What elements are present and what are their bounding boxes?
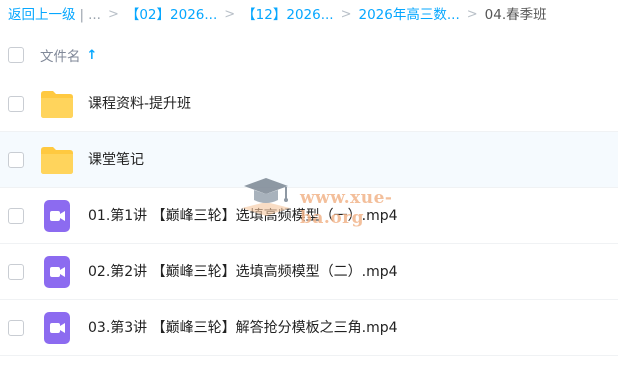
back-link[interactable]: 返回上一级 <box>8 4 76 26</box>
row-checkbox[interactable] <box>8 264 24 280</box>
video-file-icon <box>44 312 70 344</box>
breadcrumb-ellipsis[interactable]: ... <box>88 4 101 26</box>
file-row[interactable]: 课堂笔记 <box>0 132 618 188</box>
name-column-header[interactable]: 文件名 ↑ <box>40 45 98 66</box>
file-name[interactable]: 03.第3讲 【巅峰三轮】解答抢分模板之三角.mp4 <box>88 317 398 339</box>
video-file-icon <box>44 256 70 288</box>
file-row[interactable]: 03.第3讲 【巅峰三轮】解答抢分模板之三角.mp4 <box>0 300 618 356</box>
file-name[interactable]: 课程资料-提升班 <box>88 93 191 115</box>
breadcrumb-divider: | <box>79 7 85 23</box>
breadcrumb-separator: > <box>224 7 236 22</box>
file-row[interactable]: 课程资料-提升班 <box>0 76 618 132</box>
folder-icon <box>41 91 73 118</box>
breadcrumb-separator: > <box>107 7 119 22</box>
breadcrumb-item-12[interactable]: 【12】2026... <box>242 4 333 26</box>
breadcrumb-current: 04.春季班 <box>484 7 547 23</box>
breadcrumb-separator: > <box>340 7 352 22</box>
file-name[interactable]: 01.第1讲 【巅峰三轮】选填高频模型（一）.mp4 <box>88 205 398 227</box>
arrow-up-icon[interactable]: ↑ <box>87 48 98 63</box>
row-checkbox[interactable] <box>8 152 24 168</box>
breadcrumb-separator: > <box>466 7 478 22</box>
folder-icon <box>41 147 73 174</box>
file-list-header: 文件名 ↑ <box>0 36 618 74</box>
file-name[interactable]: 02.第2讲 【巅峰三轮】选填高频模型（二）.mp4 <box>88 261 398 283</box>
row-checkbox[interactable] <box>8 208 24 224</box>
file-row[interactable]: 02.第2讲 【巅峰三轮】选填高频模型（二）.mp4 <box>0 244 618 300</box>
video-file-icon <box>44 200 70 232</box>
row-checkbox[interactable] <box>8 96 24 112</box>
breadcrumb: 返回上一级 | ... > 【02】2026... > 【12】2026... … <box>8 4 547 26</box>
file-name[interactable]: 课堂笔记 <box>88 149 144 171</box>
select-all-checkbox[interactable] <box>8 47 24 63</box>
file-row[interactable]: 01.第1讲 【巅峰三轮】选填高频模型（一）.mp4 <box>0 188 618 244</box>
breadcrumb-item-02[interactable]: 【02】2026... <box>126 4 217 26</box>
breadcrumb-item-2026[interactable]: 2026年高三数... <box>359 4 460 26</box>
name-column-label: 文件名 <box>40 49 81 65</box>
row-checkbox[interactable] <box>8 320 24 336</box>
